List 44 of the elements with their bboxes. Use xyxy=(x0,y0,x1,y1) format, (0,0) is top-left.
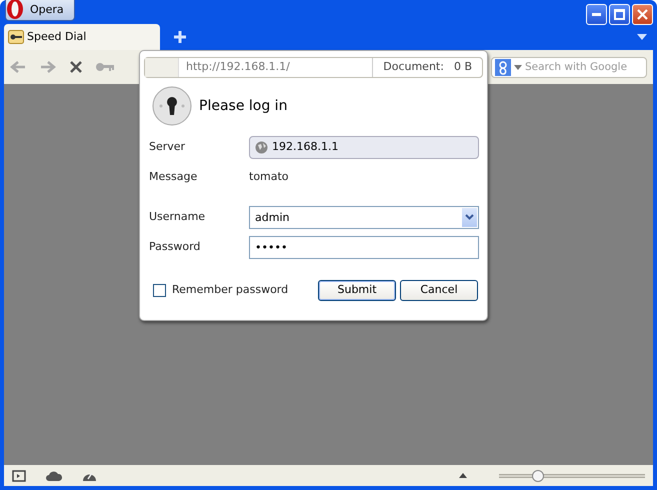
panel-toggle-icon[interactable] xyxy=(12,470,26,482)
tab[interactable]: Speed Dial xyxy=(4,24,160,50)
dialog-title: Please log in xyxy=(199,96,288,116)
close-button[interactable] xyxy=(632,4,653,25)
document-label: Document: xyxy=(383,59,444,76)
opera-logo-icon xyxy=(6,0,24,20)
username-field[interactable]: admin xyxy=(249,206,479,228)
submit-button[interactable]: Submit xyxy=(318,280,396,301)
chevron-down-icon xyxy=(465,214,474,220)
remember-checkbox[interactable] xyxy=(153,284,166,297)
opera-menu-button[interactable]: Opera xyxy=(5,0,75,21)
zoom-menu-icon[interactable] xyxy=(459,473,467,478)
dropdown-arrow-icon xyxy=(514,64,522,70)
minimize-button[interactable] xyxy=(586,4,607,25)
minimize-icon xyxy=(592,13,601,16)
cloud-icon[interactable] xyxy=(46,470,62,480)
stop-button[interactable] xyxy=(70,61,82,73)
message-text: tomato xyxy=(249,168,289,185)
key-icon xyxy=(96,62,114,72)
search-field[interactable]: Search with Google xyxy=(491,56,647,78)
password-label: Password xyxy=(149,238,202,255)
maximize-button[interactable] xyxy=(609,4,630,25)
plus-icon xyxy=(174,31,186,44)
address-field[interactable]: http://192.168.1.1/ Document: 0 B xyxy=(144,57,483,78)
back-icon xyxy=(10,61,26,73)
url-text: http://192.168.1.1/ xyxy=(179,58,374,77)
forward-icon xyxy=(40,61,56,73)
slider-thumb[interactable] xyxy=(532,470,544,482)
message-label: Message xyxy=(149,168,198,185)
username-label: Username xyxy=(149,208,206,225)
key-icon xyxy=(8,30,24,44)
globe-icon xyxy=(255,140,268,154)
password-field[interactable]: ••••• xyxy=(249,236,479,258)
maximize-icon xyxy=(614,9,625,20)
stop-icon xyxy=(70,61,82,73)
dropdown-button[interactable] xyxy=(462,208,477,226)
cancel-button[interactable]: Cancel xyxy=(400,280,478,301)
document-size: 0 B xyxy=(454,59,472,76)
keyhole-icon xyxy=(152,86,192,126)
server-field: 192.168.1.1 xyxy=(249,136,479,158)
remember-label: Remember password xyxy=(172,282,288,298)
tab-menu-icon[interactable] xyxy=(637,34,647,40)
server-label: Server xyxy=(149,138,186,155)
close-icon xyxy=(637,9,648,20)
